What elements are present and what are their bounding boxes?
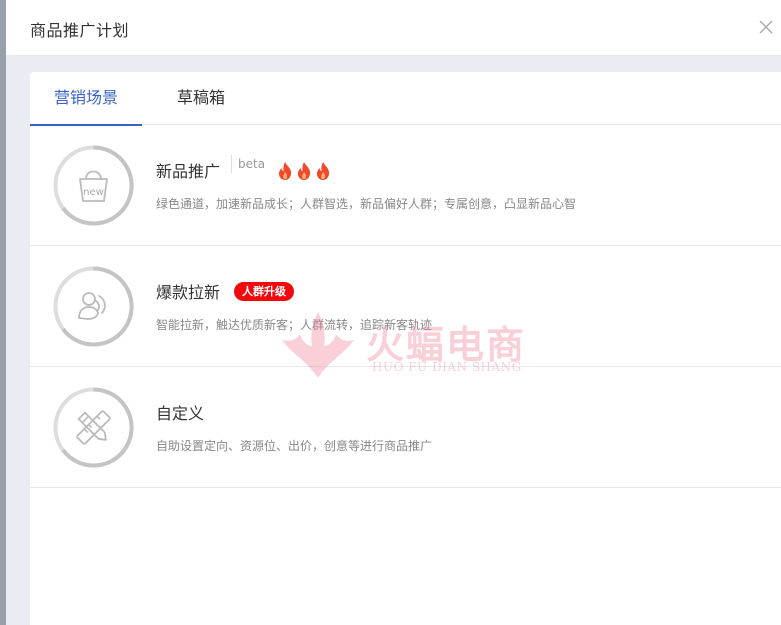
audience-upgrade-badge: 人群升级 <box>234 282 294 301</box>
new-bag-icon: new <box>53 145 134 226</box>
scene-new-product[interactable]: new 新品推广 beta 绿色通道，加速新品成长；人群智选，新品偏好人群；专属… <box>30 125 781 246</box>
scene-description: 智能拉新，触达优质新客；人群流转，追踪新客轨迹 <box>156 318 433 332</box>
close-icon[interactable] <box>757 18 775 36</box>
scene-panel: 营销场景 草稿箱 new 新品推广 beta 绿色通道，加速新品成长；人群智选，… <box>30 72 781 625</box>
dialog-header: 商品推广计划 <box>6 0 781 56</box>
promotion-plan-dialog: 商品推广计划 营销场景 草稿箱 new 新品推广 beta 绿色通道，加速新品成… <box>6 0 781 625</box>
scene-hot-product-acquisition[interactable]: 爆款拉新 人群升级 智能拉新，触达优质新客；人群流转，追踪新客轨迹 <box>30 246 781 367</box>
icon-new-text: new <box>83 187 104 198</box>
fire-icon <box>316 162 330 180</box>
tab-bar: 营销场景 草稿箱 <box>30 72 781 126</box>
fire-icon <box>297 162 311 180</box>
beta-tag: beta <box>238 157 266 171</box>
scene-title: 自定义 <box>156 404 205 423</box>
hot-indicator <box>276 161 332 181</box>
scene-title: 新品推广 <box>156 162 221 181</box>
new-customer-icon <box>53 266 134 347</box>
scene-title: 爆款拉新 <box>156 283 221 302</box>
tab-drafts[interactable]: 草稿箱 <box>142 72 260 125</box>
fire-icon <box>278 162 292 180</box>
scene-description: 绿色通道，加速新品成长；人群智选，新品偏好人群；专属创意，凸显新品心智 <box>156 197 577 211</box>
dialog-title: 商品推广计划 <box>30 21 130 40</box>
divider <box>231 155 232 173</box>
scene-description: 自助设置定向、资源位、出价，创意等进行商品推广 <box>156 439 433 453</box>
pencil-ruler-icon <box>53 387 134 468</box>
tab-marketing-scenes[interactable]: 营销场景 <box>30 72 142 126</box>
scene-custom[interactable]: 自定义 自助设置定向、资源位、出价，创意等进行商品推广 <box>30 367 781 488</box>
